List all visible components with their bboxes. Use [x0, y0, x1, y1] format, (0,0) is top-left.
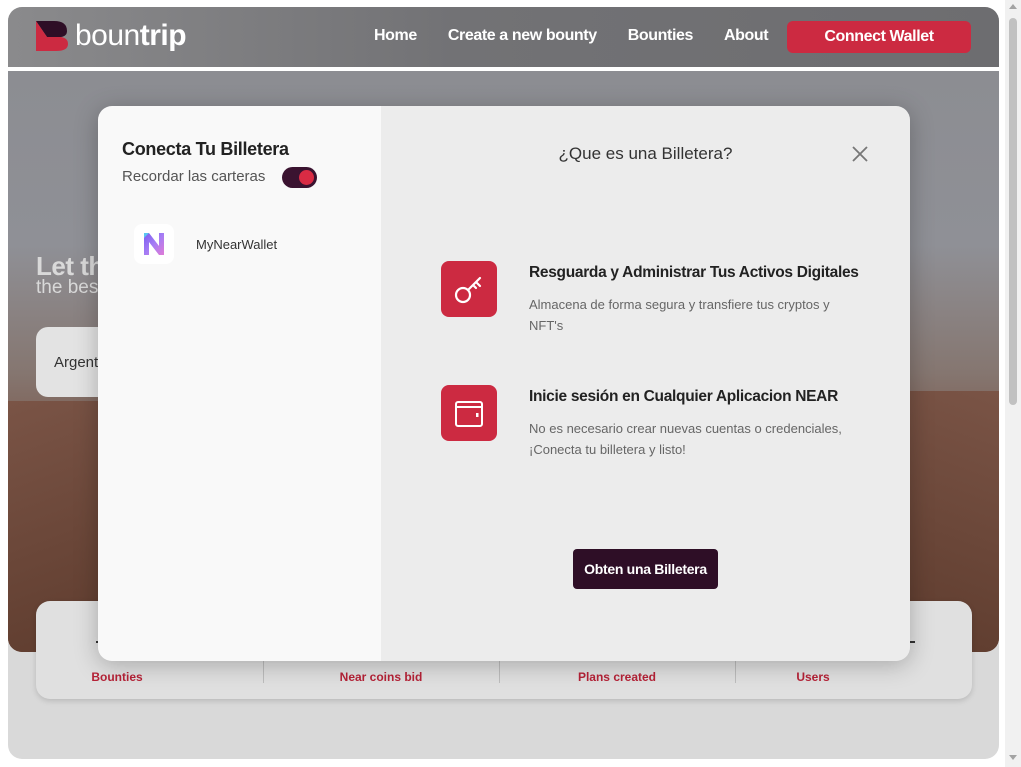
remember-wallets-label: Recordar las carteras [122, 168, 266, 185]
wallet-name: MyNearWallet [196, 236, 278, 252]
feature-description: No es necesario crear nuevas cuentas o c… [529, 421, 842, 457]
hero-subtitle: the bes [36, 277, 99, 298]
feature-title: Inicie sesión en Cualquier Aplicacion NE… [529, 388, 838, 405]
get-wallet-button[interactable]: Obten una Billetera [573, 549, 718, 589]
close-icon[interactable] [850, 144, 870, 164]
navbar: bountrip Home Create a new bounty Bounti… [8, 7, 999, 67]
scroll-up-arrow-icon[interactable] [1009, 4, 1017, 9]
scroll-thumb[interactable] [1009, 18, 1017, 405]
bountrip-logo-icon [36, 21, 68, 51]
modal-title: Conecta Tu Billetera [122, 139, 289, 159]
nav-home-link[interactable]: Home [374, 27, 417, 45]
hero-search-value: Argent [54, 354, 99, 371]
feature-description: Almacena de forma segura y transfiere tu… [529, 297, 830, 333]
stat-users-label: Users [796, 670, 830, 684]
near-wallet-icon [134, 224, 174, 264]
brand-name: bountrip [75, 19, 187, 52]
key-icon [441, 261, 497, 317]
nav-about-link[interactable]: About [724, 27, 769, 45]
nav-bounties-link[interactable]: Bounties [628, 27, 694, 45]
nav-links: Home Create a new bounty Bounties About [374, 27, 799, 45]
info-title: ¿Que es una Billetera? [558, 144, 733, 163]
remember-wallets-toggle[interactable] [282, 167, 317, 188]
toggle-knob [299, 170, 314, 185]
wallet-option-mynearwallet[interactable]: MyNearWallet [122, 218, 362, 270]
nav-create-bounty-link[interactable]: Create a new bounty [448, 27, 597, 45]
modal-wallet-list-panel: Conecta Tu Billetera Recordar las carter… [98, 106, 381, 661]
connect-wallet-modal: Conecta Tu Billetera Recordar las carter… [98, 106, 910, 661]
page-scrollbar[interactable] [1005, 0, 1021, 767]
feature-title: Resguarda y Administrar Tus Activos Digi… [529, 264, 859, 281]
brand-logo[interactable]: bountrip [36, 19, 187, 52]
stat-bounties-label: Bounties [91, 670, 143, 684]
connect-wallet-button[interactable]: Connect Wallet [787, 21, 971, 53]
wallet-icon [441, 385, 497, 441]
scroll-down-arrow-icon[interactable] [1009, 755, 1017, 760]
stat-plans-label: Plans created [577, 670, 657, 684]
modal-info-panel: ¿Que es una Billetera? Resguarda y Admin… [381, 106, 910, 661]
stat-near-coins-label: Near coins bid [339, 670, 423, 684]
